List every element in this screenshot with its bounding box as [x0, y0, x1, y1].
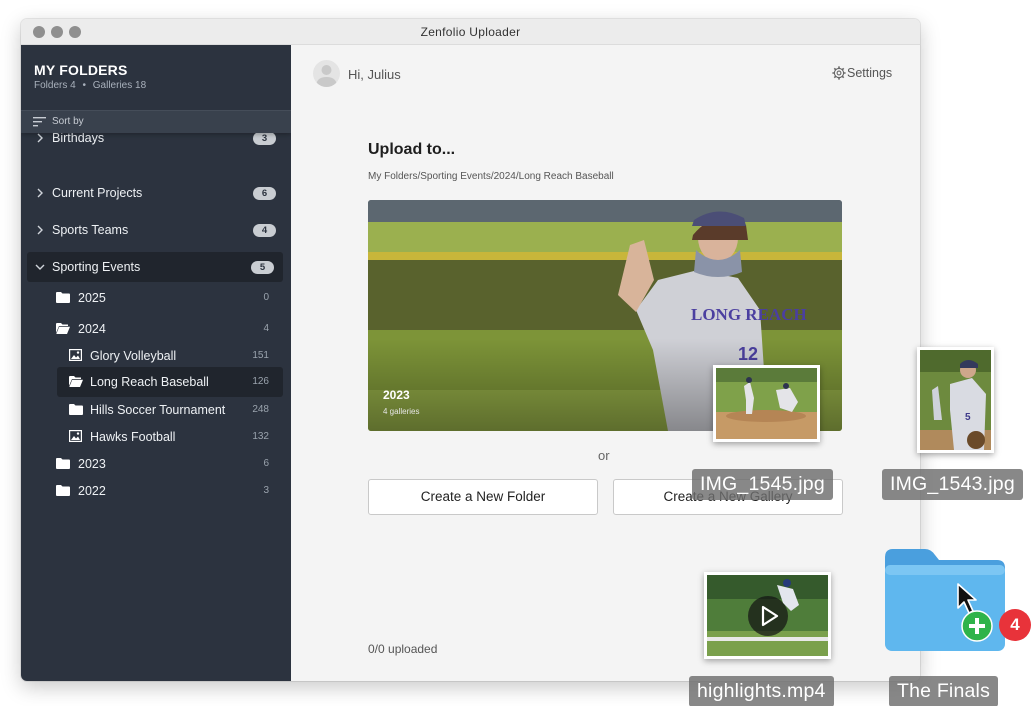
sidebar-title: MY FOLDERS [34, 62, 128, 78]
folder-item-long-reach-baseball[interactable]: Long Reach Baseball 126 [57, 367, 283, 397]
sort-by-label: Sort by [52, 116, 84, 127]
galleries-count: Galleries 18 [92, 80, 147, 91]
folder-item-2023[interactable]: 2023 6 [21, 451, 291, 478]
svg-text:5: 5 [965, 412, 971, 423]
gallery-image-icon [69, 430, 82, 442]
item-count: 126 [252, 376, 269, 387]
chevron-right-icon [37, 225, 43, 235]
greeting: Hi, Julius [348, 67, 401, 82]
item-count: 4 [263, 323, 269, 334]
create-new-folder-button[interactable]: Create a New Folder [368, 479, 598, 515]
gallery-item-hawks-football[interactable]: Hawks Football 132 [21, 424, 291, 451]
item-count: 6 [263, 458, 269, 469]
preview-year: 2023 [383, 388, 410, 402]
filename-the-finals: The Finals [889, 676, 999, 706]
baseball-thumbnail [716, 368, 817, 439]
play-icon[interactable] [747, 595, 789, 637]
folder-label: Hills Soccer Tournament [90, 403, 226, 417]
folder-icon [56, 458, 70, 469]
avatar[interactable] [313, 60, 340, 87]
window-title: Zenfolio Uploader [420, 25, 521, 39]
upload-status: 0/0 uploaded [368, 642, 438, 656]
folder-label: 2025 [78, 291, 106, 305]
sidebar-item-sporting-events[interactable]: Sporting Events 5 [27, 252, 283, 282]
folder-open-icon [56, 323, 70, 334]
item-count: 248 [252, 404, 269, 415]
folder-item-2022[interactable]: 2022 3 [21, 478, 291, 505]
filename-img-1543: IMG_1543.jpg [882, 469, 1023, 500]
folder-icon [56, 292, 70, 303]
dragged-thumbnail-highlights[interactable] [704, 572, 831, 659]
folder-label: 2023 [78, 457, 106, 471]
title-bar: Zenfolio Uploader [21, 19, 920, 45]
folder-item-2025[interactable]: 2025 0 [21, 285, 291, 312]
upload-title: Upload to... [368, 141, 456, 158]
separator-dot: • [82, 80, 86, 91]
count-badge: 5 [251, 261, 274, 274]
item-count: 0 [263, 292, 269, 303]
item-count: 151 [252, 350, 269, 361]
count-badge: 6 [253, 187, 276, 200]
folder-label: 2022 [78, 484, 106, 498]
dragged-thumbnail-img-1545[interactable] [713, 365, 820, 442]
count-badge: 3 [253, 132, 276, 145]
folder-item-2024[interactable]: 2024 4 [21, 316, 291, 343]
sidebar-item-label: Current Projects [52, 186, 143, 200]
drag-count-badge: 4 [999, 609, 1031, 641]
filename-highlights: highlights.mp4 [689, 676, 834, 706]
gear-icon[interactable] [832, 66, 846, 80]
sidebar: Birthdays 3 Current Projects 6 Sports Te… [21, 45, 291, 681]
add-copy-icon [961, 610, 993, 642]
or-label: or [598, 448, 610, 463]
sidebar-stats: Folders 4 • Galleries 18 [34, 80, 146, 91]
chevron-right-icon [37, 133, 43, 143]
settings-link[interactable]: Settings [847, 66, 892, 80]
gallery-image-icon [69, 349, 82, 361]
baseball-thumbnail: 5 [920, 350, 991, 450]
sidebar-item-label: Sports Teams [52, 223, 129, 237]
dragged-thumbnail-img-1543[interactable]: 5 [917, 347, 994, 453]
user-icon [316, 65, 337, 87]
item-count: 132 [252, 431, 269, 442]
folder-icon [56, 485, 70, 496]
sidebar-header: MY FOLDERS Folders 4 • Galleries 18 Sort… [21, 45, 291, 133]
sort-by-button[interactable]: Sort by [21, 110, 291, 133]
folder-label: 2024 [78, 322, 106, 336]
folder-item-hills-soccer[interactable]: Hills Soccer Tournament 248 [21, 397, 291, 424]
sidebar-item-current-projects[interactable]: Current Projects 6 [21, 180, 291, 207]
folder-icon [69, 404, 83, 415]
chevron-right-icon [37, 188, 43, 198]
gallery-item-glory-volleyball[interactable]: Glory Volleyball 151 [21, 343, 291, 370]
preview-galleries-count: 4 galleries [383, 407, 420, 416]
sort-icon [33, 117, 46, 127]
sidebar-item-label: Birthdays [52, 131, 105, 145]
folder-label: Long Reach Baseball [90, 375, 209, 389]
gallery-label: Hawks Football [90, 430, 176, 444]
upload-path: My Folders/Sporting Events/2024/Long Rea… [368, 171, 614, 182]
sidebar-item-sports-teams[interactable]: Sports Teams 4 [21, 217, 291, 244]
count-badge: 4 [253, 224, 276, 237]
chevron-down-icon [35, 264, 45, 270]
folders-count: Folders 4 [34, 80, 76, 91]
sidebar-item-label: Sporting Events [52, 260, 141, 274]
filename-img-1545: IMG_1545.jpg [692, 469, 833, 500]
item-count: 3 [263, 485, 269, 496]
folder-open-icon [69, 376, 83, 387]
gallery-label: Glory Volleyball [90, 349, 177, 363]
